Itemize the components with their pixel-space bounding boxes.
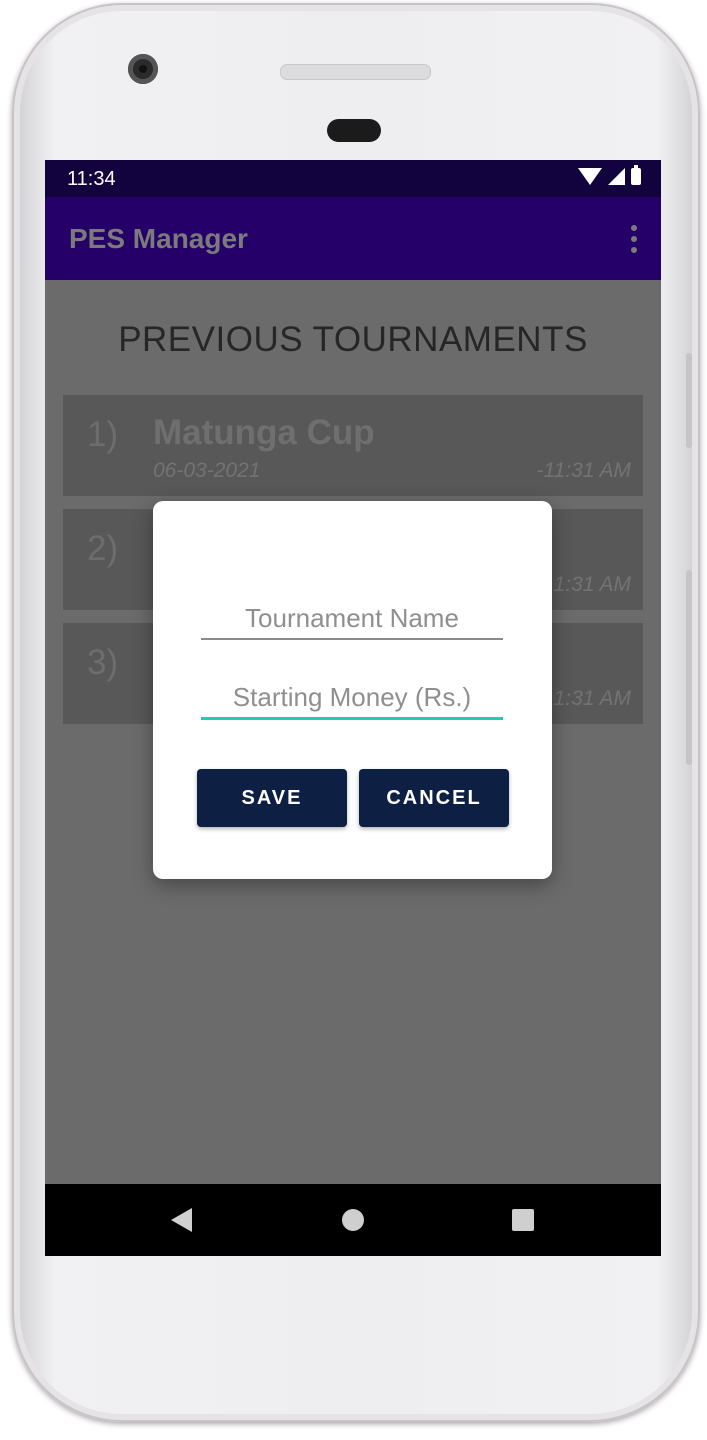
tournament-card[interactable]: 1) Matunga Cup 06-03-2021 -11:31 AM: [63, 395, 643, 496]
section-title: PREVIOUS TOURNAMENTS: [118, 320, 588, 359]
save-button[interactable]: SAVE: [197, 769, 347, 827]
proximity-sensor: [327, 119, 381, 142]
starting-money-input[interactable]: [201, 677, 503, 720]
recents-icon[interactable]: [512, 1209, 534, 1231]
more-vert-icon[interactable]: [629, 225, 639, 253]
wifi-icon: [578, 168, 602, 185]
status-icons: [578, 165, 641, 185]
tournament-time: 1:31 AM: [553, 573, 631, 596]
tournament-number: 1): [87, 415, 119, 454]
tournament-time: -11:31 AM: [536, 459, 631, 482]
back-icon[interactable]: [171, 1208, 192, 1232]
tournament-number: 2): [87, 529, 119, 568]
tournament-date: 06-03-2021: [153, 459, 261, 482]
volume-button: [686, 353, 692, 448]
tournament-time: 1:31 AM: [553, 687, 631, 710]
front-camera: [128, 54, 158, 84]
earpiece-speaker: [280, 64, 431, 80]
tournament-number: 3): [87, 643, 119, 682]
status-time: 11:34: [67, 168, 116, 190]
home-icon[interactable]: [342, 1209, 364, 1231]
tournament-name: Matunga Cup: [153, 413, 375, 452]
power-button: [686, 570, 692, 765]
navigation-bar: [45, 1184, 661, 1256]
status-bar: 11:34: [45, 160, 661, 197]
battery-icon: [631, 165, 641, 185]
device-screen: 11:34 PES Manager PREVIOUS TOURNAMENTS 1…: [45, 160, 661, 1256]
app-bar: PES Manager: [45, 197, 661, 280]
cancel-button[interactable]: CANCEL: [359, 769, 509, 827]
tournament-name-input[interactable]: [201, 598, 503, 640]
signal-icon: [608, 168, 625, 185]
app-title: PES Manager: [69, 223, 248, 254]
new-tournament-dialog: SAVE CANCEL: [153, 501, 552, 879]
